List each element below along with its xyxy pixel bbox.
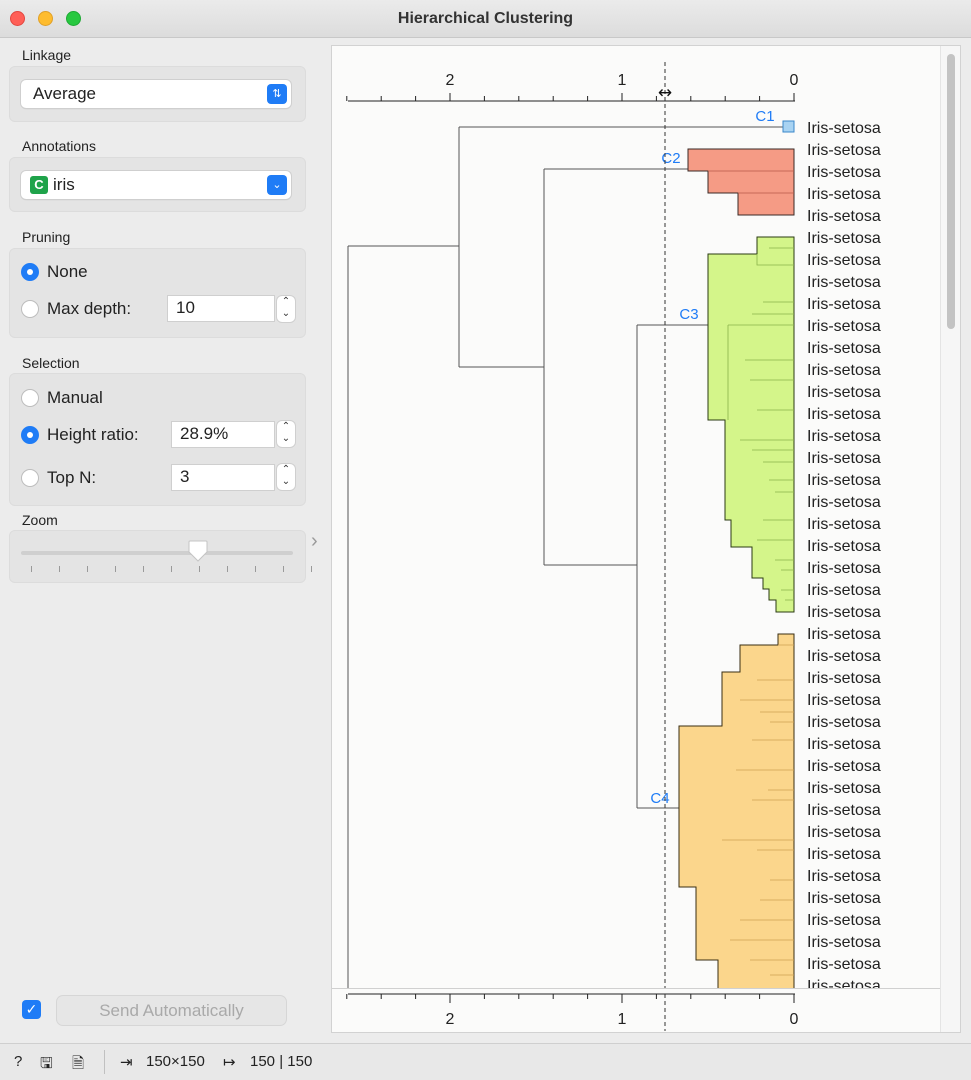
bottom-axis-label: 0	[790, 1011, 799, 1028]
status-divider	[104, 1050, 105, 1074]
save-icon[interactable]: 🖫	[40, 1053, 53, 1078]
report-icon[interactable]: 🗎	[72, 1053, 84, 1078]
bottom-axis: 2 1 0	[346, 993, 799, 1031]
bottom-axis-label: 1	[618, 1011, 627, 1028]
help-icon[interactable]: ?	[14, 1053, 22, 1070]
hierarchical-clustering-window: Hierarchical Clustering Linkage Average …	[0, 0, 971, 1080]
input-size: 150×150	[146, 1053, 205, 1070]
output-icon: ↦	[223, 1054, 236, 1071]
bottom-axis-label: 2	[446, 1011, 455, 1028]
input-icon: ⇥	[120, 1054, 133, 1071]
output-size: 150 | 150	[250, 1053, 313, 1070]
status-bar: ? 🖫 🗎 ⇥ 150×150 ↦ 150 | 150	[0, 1043, 971, 1080]
scrollbar-thumb[interactable]	[947, 54, 955, 329]
